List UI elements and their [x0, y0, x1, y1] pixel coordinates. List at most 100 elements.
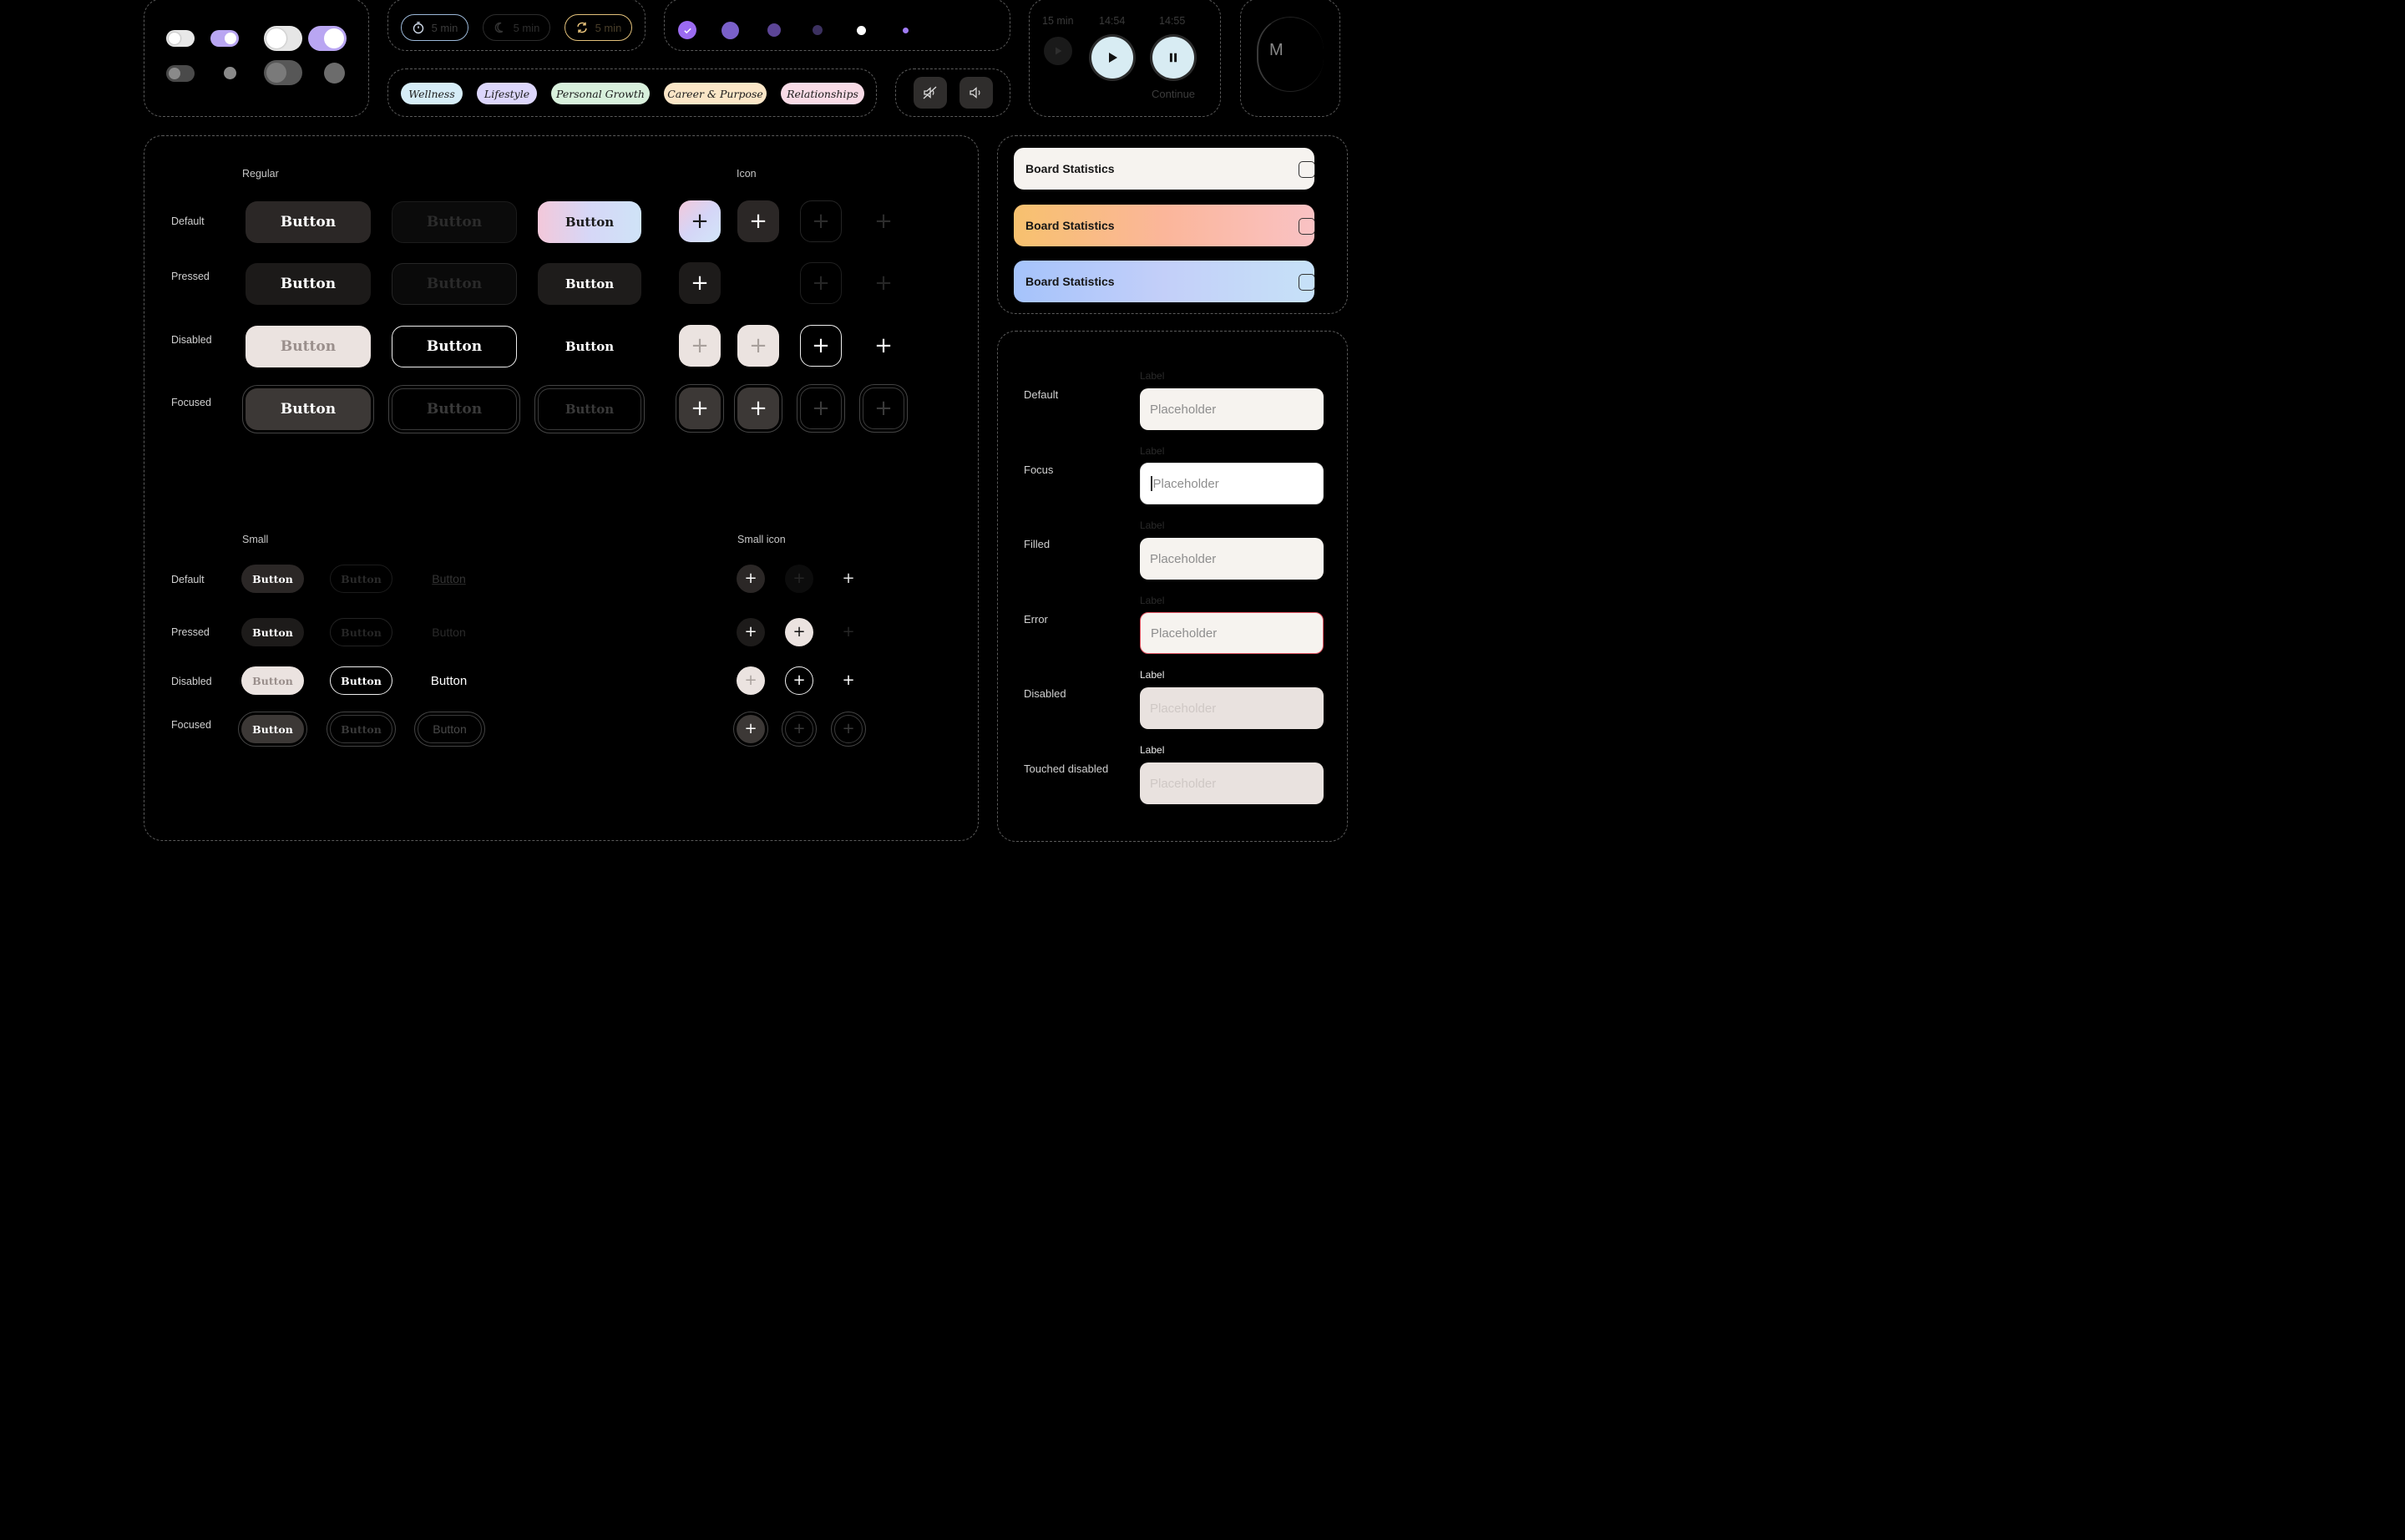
primary-button-default[interactable]: Button	[246, 201, 371, 243]
gradient-button-default[interactable]: Button	[538, 201, 641, 243]
icon-button-gradient-focused[interactable]: +	[679, 388, 721, 429]
small-secondary-button-pressed[interactable]: Button	[330, 618, 392, 646]
check-dot[interactable]	[678, 21, 696, 39]
icon-button-ghost-disabled[interactable]: +	[863, 325, 904, 367]
avatar[interactable]: M	[1257, 17, 1324, 92]
plus-icon: +	[691, 271, 709, 296]
timer-pill-stopwatch[interactable]: 5 min	[401, 14, 468, 41]
input-label: Label	[1140, 744, 1165, 756]
toggle-small-off[interactable]	[166, 30, 195, 47]
small-text-button-disabled[interactable]: Button	[418, 666, 480, 695]
board-statistics-card-light[interactable]: Board Statistics	[1014, 148, 1315, 190]
mute-button[interactable]	[914, 77, 947, 109]
small-icon-button-dark-focused[interactable]: +	[737, 715, 765, 743]
avatar-letter: M	[1269, 41, 1284, 59]
secondary-button-default[interactable]: Button	[392, 201, 517, 243]
play-button-disabled[interactable]	[1044, 37, 1072, 65]
icon-button-ghost-default[interactable]: +	[863, 200, 904, 242]
small-icon-button-ghost-focused[interactable]: +	[834, 715, 863, 743]
tag-relationships[interactable]: Relationships	[781, 83, 864, 104]
small-icon-button-ghost-disabled[interactable]: +	[834, 666, 863, 695]
board-checkbox[interactable]	[1299, 274, 1315, 291]
small-icon-button-dark-default[interactable]: +	[737, 565, 765, 593]
primary-button-focused[interactable]: Button	[246, 388, 371, 430]
tag-lifestyle[interactable]: Lifestyle	[477, 83, 537, 104]
icon-button-outline-disabled[interactable]: +	[800, 325, 842, 367]
toggle-large-disabled-on[interactable]	[324, 63, 345, 84]
play-button[interactable]	[1091, 37, 1133, 79]
small-text-button-pressed[interactable]: Button	[418, 618, 480, 646]
small-icon-button-dark-disabled[interactable]: +	[737, 666, 765, 695]
small-secondary-button-default[interactable]: Button	[330, 565, 392, 593]
small-primary-button-default[interactable]: Button	[241, 565, 304, 593]
toggle-small-on[interactable]	[210, 30, 239, 47]
text-button-disabled[interactable]: Button	[538, 326, 641, 367]
input-error[interactable]: Placeholder	[1140, 612, 1324, 654]
small-icon-button-secondary-pressed[interactable]: +	[785, 618, 813, 646]
icon-button-gradient-default[interactable]: +	[679, 200, 721, 242]
dot-large[interactable]	[722, 22, 739, 39]
toggle-small-disabled-on[interactable]	[224, 67, 236, 79]
input-focus[interactable]: Placeholder	[1140, 463, 1324, 504]
pause-button[interactable]	[1152, 37, 1194, 79]
play-icon	[1109, 53, 1117, 63]
small-icon-button-ghost-pressed[interactable]: +	[834, 618, 863, 646]
tag-personal-growth[interactable]: Personal Growth	[551, 83, 650, 104]
icon-button-ghost-focused[interactable]: +	[863, 388, 904, 429]
primary-button-pressed[interactable]: Button	[246, 263, 371, 305]
small-primary-button-focused[interactable]: Button	[241, 715, 304, 743]
board-statistics-card-blue[interactable]: Board Statistics	[1014, 261, 1315, 302]
small-icon-button-dark-pressed[interactable]: +	[737, 618, 765, 646]
icon-button-outline-pressed[interactable]: +	[800, 262, 842, 304]
toggle-large-disabled[interactable]	[264, 60, 302, 85]
timer-pill-repeat[interactable]: 5 min	[565, 14, 632, 41]
primary-button-disabled[interactable]: Button	[246, 326, 371, 367]
icon-button-ghost-pressed[interactable]: +	[863, 262, 904, 304]
dot-tiny[interactable]	[903, 28, 909, 33]
icon-button-dark-disabled[interactable]: +	[737, 325, 779, 367]
gradient-button-pressed[interactable]: Button	[538, 263, 641, 305]
volume-button[interactable]	[959, 77, 993, 109]
tag-career-purpose[interactable]: Career & Purpose	[664, 83, 767, 104]
board-statistics-card-orange[interactable]: Board Statistics	[1014, 205, 1315, 246]
small-primary-button-pressed[interactable]: Button	[241, 618, 304, 646]
tag-wellness[interactable]: Wellness	[401, 83, 463, 104]
state-label-focused: Focused	[171, 719, 211, 731]
toggle-large-on[interactable]	[308, 26, 347, 51]
icon-button-outline-focused[interactable]: +	[800, 388, 842, 429]
small-secondary-button-disabled[interactable]: Button	[330, 666, 392, 695]
board-checkbox[interactable]	[1299, 161, 1315, 178]
secondary-button-disabled[interactable]: Button	[392, 326, 517, 367]
icon-button-dark-default[interactable]: +	[737, 200, 779, 242]
small-text-button-default[interactable]: Button	[418, 565, 480, 593]
toggle-small-disabled[interactable]	[166, 65, 195, 82]
input-filled[interactable]: Placeholder	[1140, 538, 1324, 580]
small-icon-button-secondary-disabled[interactable]: +	[785, 666, 813, 695]
board-checkbox[interactable]	[1299, 218, 1315, 235]
icon-button-dark-focused[interactable]: +	[737, 388, 779, 429]
secondary-button-focused[interactable]: Button	[392, 388, 517, 430]
timer-pill-moon[interactable]: 5 min	[483, 14, 550, 41]
small-text-button-focused[interactable]: Button	[418, 715, 482, 743]
plus-icon: +	[842, 671, 855, 689]
dot-white[interactable]	[857, 26, 866, 35]
input-label: Label	[1140, 595, 1165, 606]
input-default[interactable]: Placeholder	[1140, 388, 1324, 430]
input-touched-disabled[interactable]: Placeholder	[1140, 762, 1324, 804]
input-disabled[interactable]: Placeholder	[1140, 687, 1324, 729]
secondary-button-pressed[interactable]: Button	[392, 263, 517, 305]
small-primary-button-disabled[interactable]: Button	[241, 666, 304, 695]
small-icon-button-ghost-default[interactable]: +	[834, 565, 863, 593]
icon-button-outline-default[interactable]: +	[800, 200, 842, 242]
icon-button-gradient-disabled[interactable]: +	[679, 325, 721, 367]
small-icon-button-secondary-focused[interactable]: +	[785, 715, 813, 743]
dot-small[interactable]	[813, 25, 823, 35]
small-icon-button-secondary-default[interactable]: +	[785, 565, 813, 593]
toggle-large-off[interactable]	[264, 26, 302, 51]
small-secondary-button-focused[interactable]: Button	[330, 715, 392, 743]
icon-button-gradient-pressed[interactable]: +	[679, 262, 721, 304]
dot-medium[interactable]	[767, 23, 781, 37]
state-label-pressed: Pressed	[171, 626, 210, 638]
text-button-focused[interactable]: Button	[538, 388, 641, 430]
continue-label[interactable]: Continue	[1152, 88, 1195, 100]
